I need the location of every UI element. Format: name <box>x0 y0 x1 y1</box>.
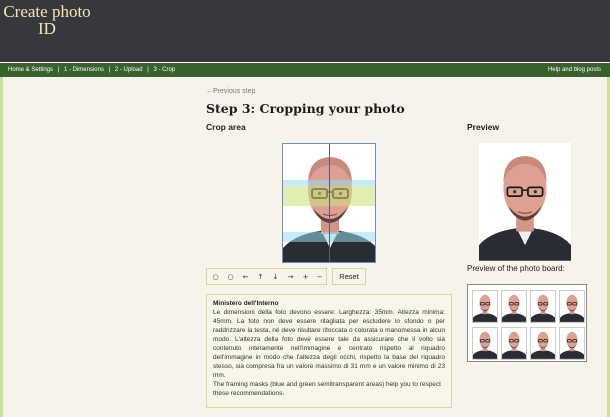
nav-crop[interactable]: 3 - Crop <box>153 67 175 73</box>
board-thumbnail <box>559 290 585 323</box>
board-thumbnail <box>559 327 585 360</box>
photo-board <box>467 284 587 362</box>
zoom-in-button[interactable]: + <box>299 271 312 283</box>
move-right-button[interactable]: → <box>284 271 297 283</box>
logo-line-1: Create photo <box>3 2 91 21</box>
help-blog-link[interactable]: Help and blog posts <box>548 63 601 77</box>
move-left-button[interactable]: ← <box>239 271 252 283</box>
info-text: Le dimensioni della foto devono essere: … <box>213 309 445 379</box>
info-note: The framing masks (blue and green semitr… <box>213 381 441 397</box>
header-bar: Create photo ID <box>0 0 610 62</box>
logo-line-2: ID <box>38 19 56 38</box>
requirements-info-box: Ministero dell'Interno Le dimensioni del… <box>206 294 452 408</box>
move-down-button[interactable]: ↓ <box>269 271 282 283</box>
nav-dimensions[interactable]: 1 - Dimensions <box>64 67 104 73</box>
center-guide-line <box>329 144 330 262</box>
crop-area[interactable] <box>282 143 376 263</box>
board-thumbnail <box>501 327 527 360</box>
crop-controls-group: ○ ○ ← ↑ ↓ → + − <box>206 268 327 285</box>
breadcrumb: Home & Settings | 1 - Dimensions | 2 - U… <box>8 63 178 77</box>
site-logo[interactable]: Create photo ID <box>3 3 91 37</box>
zoom-out-icon: − <box>316 273 323 281</box>
crop-area-heading: Crop area <box>206 122 246 132</box>
previous-step-link[interactable]: ←Previous step <box>206 88 255 95</box>
rotate-ccw-icon: ○ <box>212 273 219 281</box>
info-title: Ministero dell'Interno <box>213 300 279 307</box>
arrow-up-icon: ↑ <box>257 273 264 281</box>
board-thumbnail <box>472 290 498 323</box>
arrow-left-icon: ← <box>242 273 249 281</box>
nav-home-settings[interactable]: Home & Settings <box>8 67 53 73</box>
board-thumbnail <box>530 290 556 323</box>
photo-board-label: Preview of the photo board: <box>467 264 565 273</box>
board-thumbnail <box>530 327 556 360</box>
rotate-cw-icon: ○ <box>227 273 234 281</box>
arrow-right-icon: → <box>287 273 294 281</box>
page-title: Step 3: Cropping your photo <box>206 101 405 116</box>
nav-separator: | <box>108 67 111 73</box>
arrow-down-icon: ↓ <box>272 273 279 281</box>
board-thumbnail <box>472 327 498 360</box>
preview-heading: Preview <box>467 122 500 132</box>
preview-photo <box>479 143 571 261</box>
nav-separator: | <box>147 67 149 73</box>
reset-button[interactable]: Reset <box>332 268 366 285</box>
zoom-in-icon: + <box>302 273 309 281</box>
nav-separator: | <box>57 67 60 73</box>
rotate-cw-button[interactable]: ○ <box>224 271 237 283</box>
preview-portrait <box>479 156 571 261</box>
breadcrumb-nav: Home & Settings | 1 - Dimensions | 2 - U… <box>0 62 610 77</box>
nav-upload[interactable]: 2 - Upload <box>115 67 143 73</box>
zoom-out-button[interactable]: − <box>313 271 326 283</box>
board-thumbnail <box>501 290 527 323</box>
move-up-button[interactable]: ↑ <box>254 271 267 283</box>
rotate-ccw-button[interactable]: ○ <box>209 271 222 283</box>
